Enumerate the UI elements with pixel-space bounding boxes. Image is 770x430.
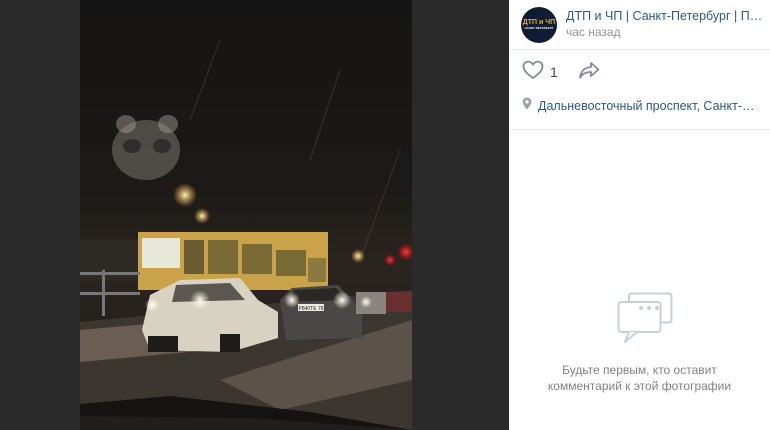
comments-empty-message: Будьте первым, кто оставит комментарий к… (539, 362, 740, 394)
avatar-logo-line1: ДТП и ЧП (522, 19, 556, 26)
author-header: ДТП и ЧП САНКТ-ПЕТЕРБУРГ ДТП и ЧП | Санк… (509, 0, 770, 50)
author-name-link[interactable]: ДТП и ЧП | Санкт-Петербург | Питер (566, 9, 766, 24)
location-link[interactable]: Дальневосточный проспект, Санкт-Петербур… (509, 94, 770, 118)
share-button[interactable] (578, 61, 600, 84)
comments-empty-icon (617, 292, 673, 349)
comments-empty-line2: комментарий к этой фотографии (547, 379, 732, 393)
share-icon (578, 61, 600, 84)
license-plate: Р840ТЕ 78 (298, 306, 323, 312)
location-label: Дальневосточный проспект, Санкт-Петербур… (538, 99, 758, 113)
comments-area: Будьте первым, кто оставит комментарий к… (509, 129, 770, 430)
comments-empty-line1: Будьте первым, кто оставит (562, 363, 717, 377)
post-time[interactable]: час назад (566, 24, 766, 41)
location-pin-icon (522, 97, 532, 115)
avatar-logo-line2: САНКТ-ПЕТЕРБУРГ (524, 26, 554, 30)
photo[interactable]: Р840ТЕ 78 (80, 0, 412, 430)
actions-bar: 1 (509, 50, 770, 94)
heart-icon (522, 60, 544, 85)
author-meta: ДТП и ЧП | Санкт-Петербург | Питер час н… (566, 9, 766, 41)
like-button[interactable]: 1 (522, 60, 558, 85)
photo-image: Р840ТЕ 78 (80, 0, 412, 430)
photo-viewer: Р840ТЕ 78 (0, 0, 509, 430)
avatar[interactable]: ДТП и ЧП САНКТ-ПЕТЕРБУРГ (521, 6, 557, 43)
side-panel: ДТП и ЧП САНКТ-ПЕТЕРБУРГ ДТП и ЧП | Санк… (509, 0, 770, 430)
like-count: 1 (550, 64, 558, 80)
